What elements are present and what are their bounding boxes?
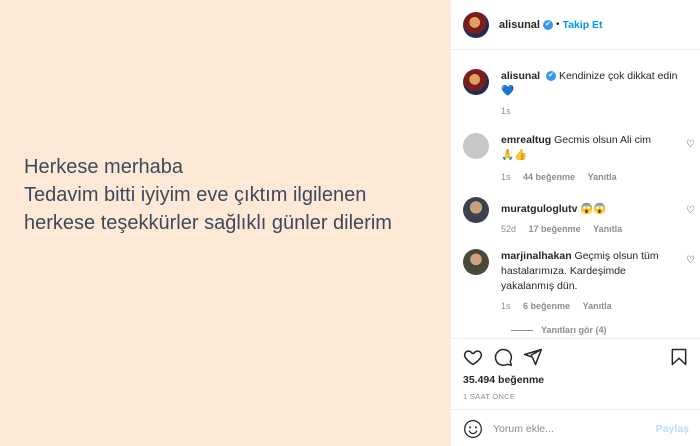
post-text-line: Tedavim bitti iyiyim eve çıktım ilgilene… [24,184,367,206]
comment-body: muratguloglutv 😱😱 [501,202,679,217]
caption-body: alisunal ✔ Kendinize çok dikkat edin 💙 [501,69,679,99]
replies-divider [511,330,533,332]
comment-username[interactable]: marjinalhakan [501,250,572,262]
likes-count[interactable]: 35.494 beğenme [463,374,544,386]
comment-time: 1s [501,172,511,182]
comment-meta: 1s 44 beğenme Yanıtla [501,172,627,182]
comment-meta: 52d 17 beğenme Yanıtla [501,224,632,234]
comment-emoji: 😱😱 [580,203,607,215]
post-text-line: herkese teşekkürler sağlıklı günler dile… [24,212,392,234]
post-text: Herkese merhaba Tedavim bitti iyiyim eve… [24,153,392,237]
avatar[interactable] [463,11,489,38]
post-timestamp: 1 SAAT ÖNCE [463,392,516,401]
comment-emoji: 🙏👍 [501,149,528,161]
verified-icon: ✔ [542,19,553,30]
bookmark-icon[interactable] [669,347,689,367]
separator-dot: • [555,19,560,30]
avatar[interactable] [463,133,489,159]
caption-meta: 1s [501,106,521,116]
avatar[interactable] [463,249,489,275]
comment-likes[interactable]: 17 beğenme [529,224,581,234]
comment-text: Gecmis olsun Ali cim [554,134,651,146]
header-username[interactable]: alisunal [499,19,540,31]
like-comment-icon[interactable]: ♡ [686,255,695,266]
caption-username[interactable]: alisunal [501,70,540,82]
action-icons [463,347,689,369]
post-side-panel: alisunal ✔ • Takip Et alisunal ✔ Kendini… [450,0,700,446]
comments-list[interactable]: alisunal ✔ Kendinize çok dikkat edin 💙 1… [451,51,700,338]
comment-time: 52d [501,224,517,234]
verified-icon: ✔ [546,71,557,82]
heart-icon[interactable] [463,347,483,367]
emoji-icon[interactable] [463,419,483,439]
avatar[interactable] [463,197,489,223]
like-comment-icon[interactable]: ♡ [686,205,695,216]
reply-button[interactable]: Yanıtla [593,224,622,234]
comment-username[interactable]: muratguloglutv [501,203,577,215]
caption-time: 1s [501,106,511,116]
caption-text: Kendinize çok dikkat edin [558,70,678,82]
comment-username[interactable]: emrealtug [501,134,551,146]
post-header: alisunal ✔ • Takip Et [451,0,700,50]
comment-likes[interactable]: 6 beğenme [523,301,570,311]
add-comment-bar: Paylaş [451,409,700,446]
reply-button[interactable]: Yanıtla [588,172,617,182]
reply-button[interactable]: Yanıtla [583,301,612,311]
comment-input[interactable] [493,422,653,435]
post-image: Herkese merhaba Tedavim bitti iyiyim eve… [0,0,450,446]
comment-body: marjinalhakan Geçmiş olsun tüm hastaları… [501,249,679,294]
comment-body: emrealtug Gecmis olsun Ali cim 🙏👍 [501,133,679,163]
post-comment-button[interactable]: Paylaş [656,423,689,435]
view-replies-label: Yanıtları gör (4) [541,325,607,335]
caption-emoji: 💙 [501,85,515,97]
post-text-line: Herkese merhaba [24,156,183,178]
comment-meta: 1s 6 beğenme Yanıtla [501,301,622,311]
comment-time: 1s [501,301,511,311]
avatar[interactable] [463,69,489,95]
follow-button[interactable]: Takip Et [562,19,602,31]
comment-likes[interactable]: 44 beğenme [523,172,575,182]
post-actions: 35.494 beğenme 1 SAAT ÖNCE Paylaş [451,338,700,446]
like-comment-icon[interactable]: ♡ [686,139,695,150]
share-icon[interactable] [523,347,543,367]
view-replies-button[interactable]: Yanıtları gör (4) [511,325,607,335]
comment-icon[interactable] [493,347,513,367]
